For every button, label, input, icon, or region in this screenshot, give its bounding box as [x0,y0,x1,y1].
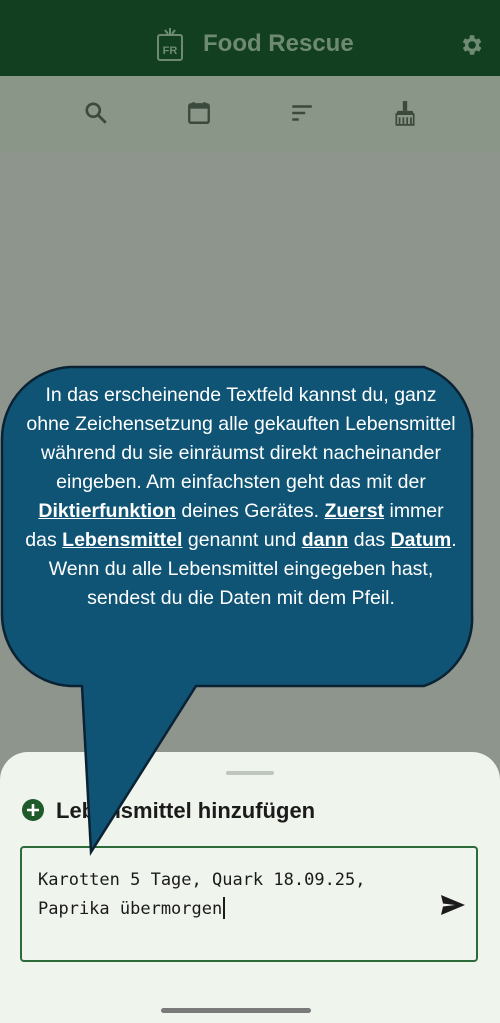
keyword-dann: dann [301,529,349,551]
tutorial-text: In das erscheinende Textfeld kannst du, … [25,384,457,609]
keyword-diktierfunktion: Diktierfunktion [38,500,176,522]
keyword-zuerst: Zuerst [324,500,385,522]
keyword-datum: Datum [390,529,452,551]
keyword-lebensmittel: Lebensmittel [62,529,183,551]
